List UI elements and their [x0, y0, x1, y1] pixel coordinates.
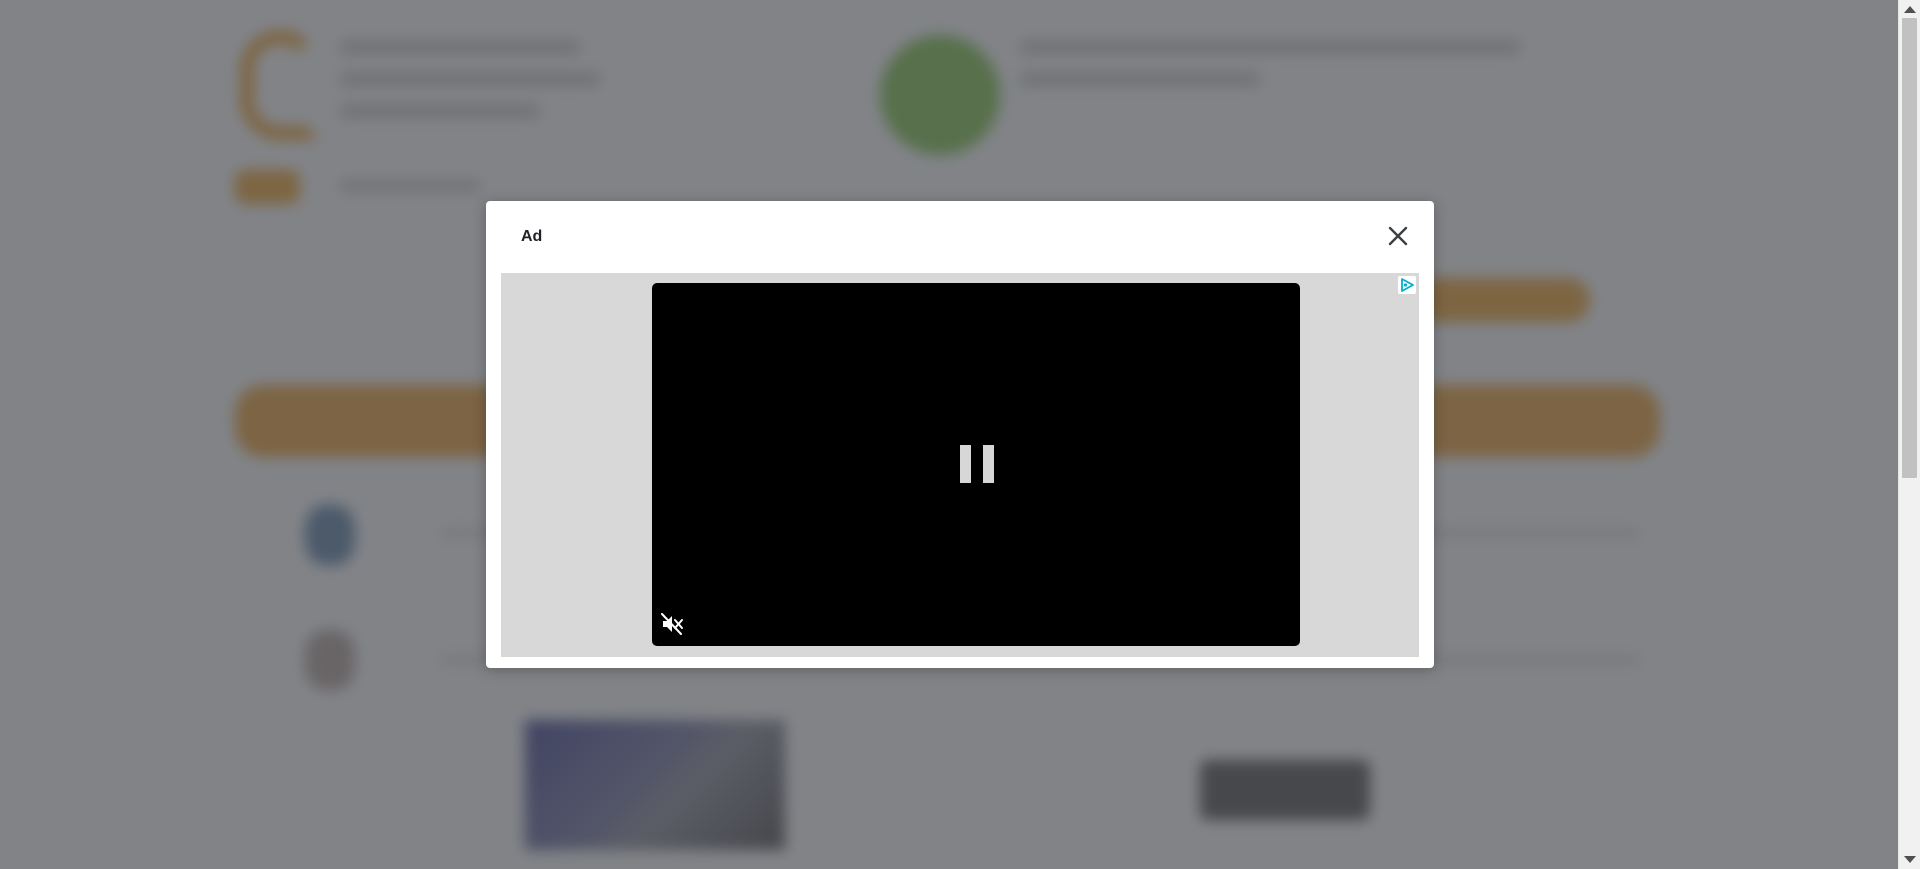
muted-speaker-icon[interactable] [661, 613, 685, 635]
ad-modal: Ad [486, 201, 1434, 668]
ad-container [501, 273, 1419, 657]
video-player[interactable] [652, 283, 1300, 646]
scroll-down-arrow-icon[interactable] [1904, 856, 1916, 863]
pause-icon[interactable] [960, 445, 994, 483]
vertical-scrollbar[interactable] [1898, 0, 1920, 869]
scroll-up-arrow-icon[interactable] [1904, 6, 1916, 13]
adchoices-icon[interactable] [1398, 276, 1416, 294]
modal-title: Ad [521, 228, 543, 245]
close-icon[interactable] [1384, 222, 1412, 250]
scrollbar-thumb[interactable] [1902, 18, 1917, 478]
